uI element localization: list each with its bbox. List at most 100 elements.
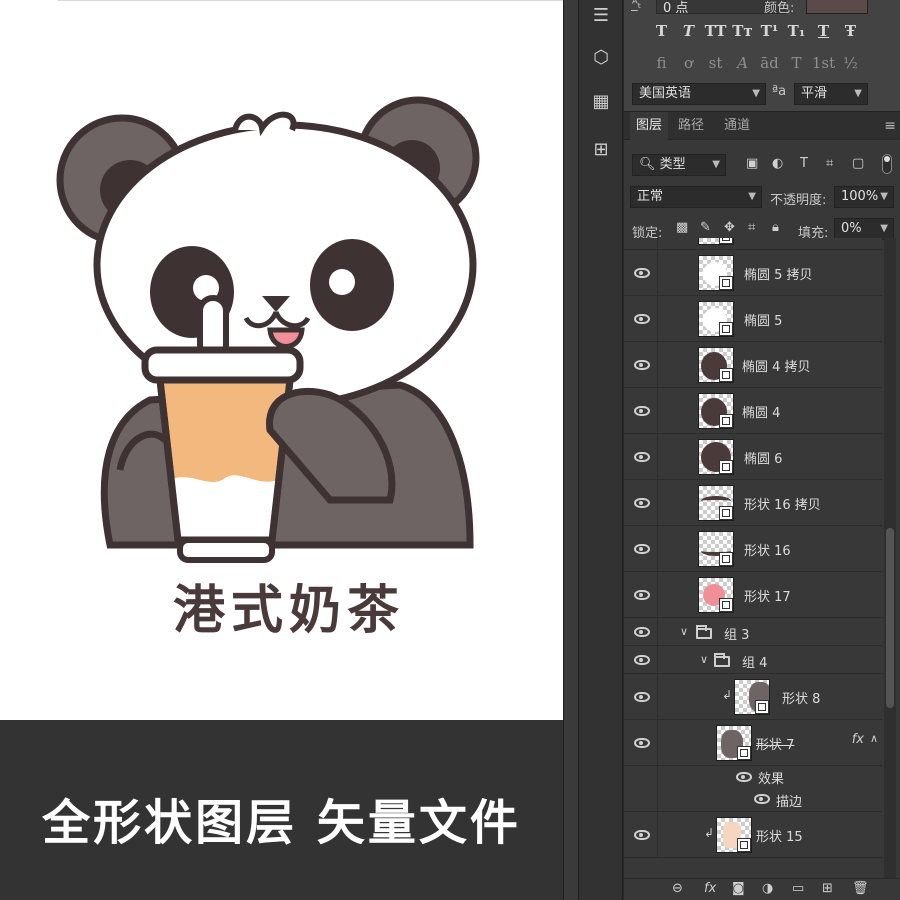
layer-name[interactable]: 椭圆 5 [744,310,782,329]
eye-icon[interactable] [634,268,650,278]
tab-layers[interactable]: 图层 [630,112,669,140]
ligatures-button[interactable]: fi [648,54,675,72]
layer-row[interactable]: ↲ 形状 8 [624,674,882,720]
layer-row[interactable]: 椭圆 4 [624,388,882,434]
filter-toggle[interactable] [882,154,892,174]
layer-name[interactable]: 形状 16 [744,540,791,559]
small-caps-button[interactable]: Tт [729,22,756,40]
effects-row[interactable]: 效果 [624,766,882,788]
layer-row[interactable]: 椭圆 5 [624,296,882,342]
layer-row[interactable]: 形状 17 [624,572,882,618]
layer-name[interactable]: 形状 8 [782,688,820,707]
new-group-icon[interactable]: ▭ [792,881,804,896]
layer-row[interactable]: 形状 16 [624,526,882,572]
delete-layer-icon[interactable]: 🗑︎ [852,881,869,896]
eye-icon[interactable] [634,452,650,462]
antialias-select[interactable]: 平滑 ▼ [794,83,868,105]
layer-name[interactable]: 椭圆 4 拷贝 [742,356,811,375]
fill-field[interactable]: 0% ▼ [834,218,894,240]
eye-icon[interactable] [634,738,650,748]
eye-icon[interactable] [634,590,650,600]
group-name[interactable]: 组 3 [724,624,749,643]
layer-row[interactable]: ↲ 形状 15 [624,812,882,858]
layer-row[interactable] [624,238,882,250]
image-icon[interactable]: ▦ [587,88,615,116]
eye-icon[interactable] [634,830,650,840]
old-style-button[interactable]: ơ [675,54,702,72]
tab-channels[interactable]: 通道 [718,112,756,140]
panel-menu-icon[interactable]: ≡ [884,118,896,134]
language-select[interactable]: 美国英语 ▼ [632,83,766,105]
superscript-button[interactable]: T¹ [756,22,783,40]
eye-icon[interactable] [634,627,650,637]
link-layers-icon[interactable]: ⊖ [672,881,683,896]
grid-adjust-icon[interactable]: ⊞ [587,136,615,164]
layer-name[interactable]: 椭圆 6 [744,448,782,467]
layer-row[interactable]: 形状 16 拷贝 [624,480,882,526]
tab-paths[interactable]: 路径 [672,112,710,140]
stylistic-alternates-button[interactable]: ād [756,54,783,72]
shape-filter-icon[interactable]: ⌗ [826,156,833,171]
effects-label[interactable]: 效果 [758,768,784,787]
smart-object-filter-icon[interactable]: ▢ [852,156,864,171]
panel-divider[interactable] [563,0,579,900]
strikethrough-button[interactable]: Ŧ [837,22,864,40]
all-caps-button[interactable]: TT [702,22,729,40]
eye-icon[interactable] [634,692,650,702]
eye-icon[interactable] [634,655,650,665]
layer-name[interactable]: 形状 16 拷贝 [744,494,821,513]
chevron-up-icon[interactable]: ∧ [870,732,878,745]
opacity-field[interactable]: 100% ▼ [834,186,894,208]
type-filter-icon[interactable]: T [800,156,808,171]
discretionary-ligatures-button[interactable]: st [702,54,729,72]
layer-row[interactable]: 椭圆 4 拷贝 [624,342,882,388]
eye-icon[interactable] [634,314,650,324]
layer-filter-select[interactable]: 🔍︎ 类型 ▼ [632,154,726,176]
blend-mode-select[interactable]: 正常 ▼ [630,186,762,208]
group-row[interactable]: ∨ 组 4 [624,646,882,674]
pixel-filter-icon[interactable]: ▣ [746,156,758,171]
group-row[interactable]: ∨ 组 3 [624,618,882,646]
new-layer-icon[interactable]: ⊞ [822,881,833,896]
3d-cube-icon[interactable]: ⬡ [587,44,615,72]
add-style-icon[interactable]: fx [704,881,716,896]
add-mask-icon[interactable]: ◙ [732,881,745,896]
layer-name[interactable]: 椭圆 4 [742,402,780,421]
adjustments-icon[interactable]: ☰ [587,2,615,30]
eye-icon[interactable] [634,544,650,554]
layer-row[interactable]: 形状 7 fx ∧ [624,720,882,766]
layer-name[interactable]: 形状 15 [756,826,803,845]
scrollbar-thumb[interactable] [886,528,894,708]
layer-row[interactable]: 椭圆 6 [624,434,882,480]
eye-icon[interactable] [634,360,650,370]
eye-icon[interactable] [634,498,650,508]
artboard-canvas[interactable]: 港式奶茶 [0,0,563,720]
titling-alternates-button[interactable]: T [783,54,810,72]
layer-name[interactable]: 形状 17 [744,586,791,605]
layer-row[interactable]: 椭圆 5 拷贝 [624,250,882,296]
eye-icon[interactable] [754,794,770,804]
lock-transparency-icon[interactable]: ▩ [676,220,688,235]
group-name[interactable]: 组 4 [742,652,767,671]
lock-brush-icon[interactable]: ✎ [700,220,711,235]
faux-italic-button[interactable]: T [675,22,702,40]
adjustment-filter-icon[interactable]: ◐ [772,156,783,171]
faux-bold-button[interactable]: T [648,22,675,40]
layer-scrollbar[interactable] [884,238,896,878]
fractions-button[interactable]: ½ [837,54,864,72]
ordinals-button[interactable]: 1st [810,54,837,72]
swash-button[interactable]: A [729,54,756,72]
layer-name[interactable]: 形状 7 [756,734,794,753]
adjustment-layer-icon[interactable]: ◑ [762,881,773,896]
underline-button[interactable]: T [810,22,837,40]
lock-all-icon[interactable]: 🔒︎ [772,220,779,235]
color-swatch[interactable] [806,0,868,14]
stroke-effect-label[interactable]: 描边 [776,791,802,810]
eye-icon[interactable] [634,406,650,416]
lock-artboard-icon[interactable]: ⌗ [748,220,755,235]
eye-icon[interactable] [736,772,752,782]
subscript-button[interactable]: T₁ [783,22,810,40]
chevron-down-icon[interactable]: ∨ [700,653,708,666]
stroke-effect-row[interactable]: 描边 [624,788,882,812]
layer-name[interactable]: 椭圆 5 拷贝 [744,264,813,283]
